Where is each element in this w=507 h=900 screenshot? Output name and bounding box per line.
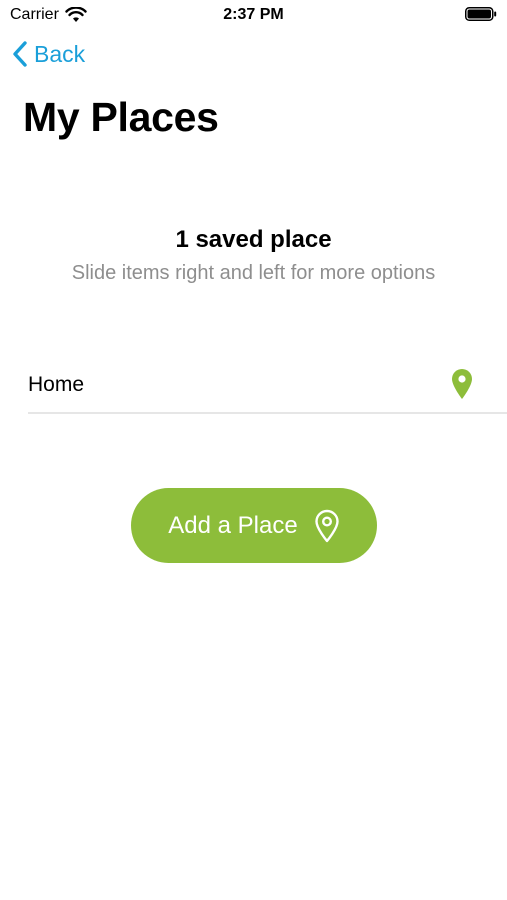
location-pin-outline-icon [315, 509, 339, 542]
my-places-screen: Carrier 2:37 PM Back My Places 1 saved p… [0, 0, 507, 900]
back-button[interactable]: Back [12, 40, 85, 68]
place-label: Home [28, 373, 85, 396]
status-time: 2:37 PM [223, 6, 284, 23]
status-bar: Carrier 2:37 PM [0, 0, 507, 30]
swipe-hint: Slide items right and left for more opti… [71, 262, 436, 284]
page-title: My Places [23, 94, 219, 140]
back-label: Back [34, 40, 86, 67]
chevron-left-icon [13, 41, 27, 67]
places-list: Home [28, 362, 507, 414]
saved-count: 1 saved place [175, 226, 332, 253]
places-summary: 1 saved place Slide items right and left… [0, 226, 507, 285]
location-pin-icon [452, 369, 472, 399]
list-item[interactable]: Home [28, 362, 507, 414]
add-place-label: Add a Place [168, 511, 298, 539]
add-place-button[interactable]: Add a Place [131, 488, 377, 563]
battery-icon [465, 7, 497, 21]
